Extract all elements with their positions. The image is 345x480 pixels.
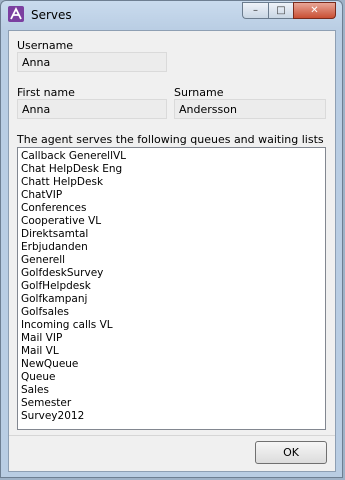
surname-label: Surname [174, 86, 224, 99]
queue-list-item[interactable]: Generell [21, 254, 325, 267]
queue-list-item[interactable]: Direktsamtal [21, 228, 325, 241]
ok-button[interactable]: OK [255, 441, 327, 464]
surname-field[interactable]: Andersson [174, 99, 326, 119]
queue-list-item[interactable]: Chatt HelpDesk [21, 176, 325, 189]
queue-list-item[interactable]: Golfkampanj [21, 293, 325, 306]
queue-list-item[interactable]: Erbjudanden [21, 241, 325, 254]
serves-dialog: Serves – □ ✕ Username Anna First name An… [0, 0, 343, 478]
queue-list-item[interactable]: ChatVIP [21, 189, 325, 202]
queue-list-item[interactable]: Chat HelpDesk Eng [21, 163, 325, 176]
app-logo-icon [8, 6, 24, 22]
queue-list-item[interactable]: Golfsales [21, 306, 325, 319]
username-label: Username [17, 39, 74, 52]
title-bar[interactable]: Serves – □ ✕ [1, 1, 342, 29]
maximize-button[interactable]: □ [268, 2, 293, 19]
queues-list-label: The agent serves the following queues an… [17, 133, 324, 146]
button-separator [9, 435, 335, 436]
minimize-button[interactable]: – [242, 2, 268, 19]
window-controls: – □ ✕ [242, 2, 336, 20]
queue-list-item[interactable]: Queue [21, 371, 325, 384]
queue-list-item[interactable]: Callback GenerellVL [21, 150, 325, 163]
queue-list-item[interactable]: Mail VIP [21, 332, 325, 345]
firstname-field[interactable]: Anna [17, 99, 167, 119]
queues-listbox[interactable]: Callback GenerellVL Chat HelpDesk Eng Chat… [17, 147, 326, 430]
queue-list-item[interactable]: Mail VL [21, 345, 325, 358]
queue-list-item[interactable]: GolfHelpdesk [21, 280, 325, 293]
queue-list-item[interactable]: Sales [21, 384, 325, 397]
close-button[interactable]: ✕ [293, 2, 336, 19]
queue-list-item[interactable]: Survey2012 [21, 410, 325, 423]
maximize-icon: □ [276, 5, 286, 16]
dialog-content: Username Anna First name Anna Surname An… [8, 30, 336, 472]
queue-list-item[interactable]: Conferences [21, 202, 325, 215]
queue-list-item[interactable]: NewQueue [21, 358, 325, 371]
queue-list-item[interactable]: GolfdeskSurvey [21, 267, 325, 280]
username-field[interactable]: Anna [17, 52, 167, 72]
queue-list-item[interactable]: Cooperative VL [21, 215, 325, 228]
window-title: Serves [31, 8, 72, 22]
firstname-label: First name [17, 86, 75, 99]
queue-list-item[interactable]: Semester [21, 397, 325, 410]
queue-list-item[interactable]: Incoming calls VL [21, 319, 325, 332]
close-icon: ✕ [310, 5, 319, 16]
minimize-icon: – [253, 5, 258, 16]
